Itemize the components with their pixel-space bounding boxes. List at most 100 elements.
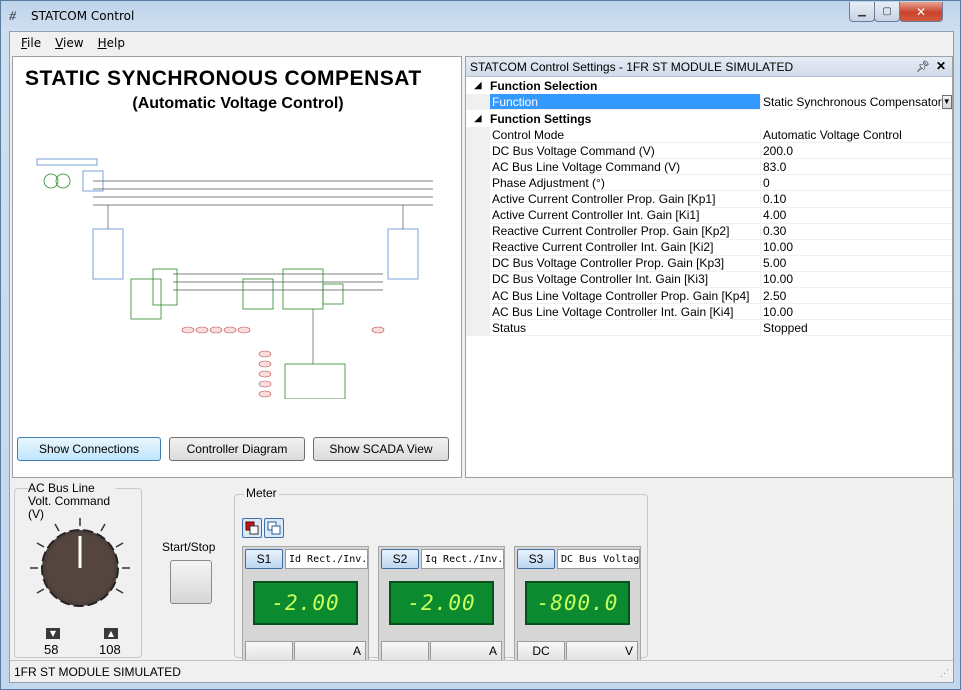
chevron-down-icon[interactable]: ▼ bbox=[941, 94, 952, 109]
property-row[interactable]: Control Mode Automatic Voltage Control bbox=[466, 127, 952, 144]
close-panel-icon[interactable]: ✕ bbox=[936, 59, 946, 73]
statcom-circuit-diagram bbox=[36, 158, 433, 399]
property-row[interactable]: Reactive Current Controller Prop. Gain [… bbox=[466, 223, 952, 240]
close-icon: ✕ bbox=[915, 4, 927, 19]
property-value[interactable]: 10.00 bbox=[760, 240, 952, 255]
show-connections-button[interactable]: Show Connections bbox=[17, 437, 161, 461]
meter-mode-button[interactable] bbox=[245, 641, 293, 661]
menu-help[interactable]: Help bbox=[91, 36, 132, 50]
property-name: Function bbox=[490, 94, 760, 110]
copy-meter-icon[interactable] bbox=[264, 518, 284, 538]
pin-icon[interactable]: 📌︎ bbox=[916, 60, 930, 73]
property-value[interactable]: Stopped bbox=[760, 320, 952, 335]
client-area: File View Help STATIC SYNCHRONOUS COMPEN… bbox=[9, 31, 954, 683]
category-label: Function Selection bbox=[490, 78, 598, 93]
meter-display: -2.00 bbox=[253, 581, 358, 625]
meter-display: -800.0 bbox=[525, 581, 630, 625]
meter-mode-button[interactable] bbox=[381, 641, 429, 661]
property-row[interactable]: AC Bus Line Voltage Controller Int. Gain… bbox=[466, 304, 952, 321]
category-function-selection[interactable]: ◢ Function Selection bbox=[466, 77, 952, 94]
meter-unit[interactable]: A bbox=[294, 641, 366, 661]
property-row[interactable]: DC Bus Voltage Controller Prop. Gain [Kp… bbox=[466, 255, 952, 272]
property-value[interactable]: Automatic Voltage Control bbox=[760, 127, 952, 142]
minimize-button[interactable]: ▁ bbox=[849, 2, 875, 22]
property-name: AC Bus Line Voltage Controller Int. Gain… bbox=[492, 304, 734, 319]
settings-panel: STATCOM Control Settings - 1FR ST MODULE… bbox=[465, 56, 953, 478]
title-bar[interactable]: ⧣ STATCOM Control ▁ ▢ ✕ bbox=[1, 1, 960, 31]
meter-quantity: Id Rect./Inv. bbox=[285, 549, 368, 569]
property-row[interactable]: DC Bus Voltage Command (V) 200.0 bbox=[466, 143, 952, 160]
property-row[interactable]: Active Current Controller Prop. Gain [Kp… bbox=[466, 191, 952, 208]
meter-unit[interactable]: A bbox=[430, 641, 502, 661]
main-window: ⧣ STATCOM Control ▁ ▢ ✕ File View Help S… bbox=[0, 0, 961, 690]
property-name: DC Bus Voltage Controller Int. Gain [Ki3… bbox=[492, 272, 709, 287]
maximize-button[interactable]: ▢ bbox=[874, 2, 900, 22]
property-row[interactable]: AC Bus Line Voltage Command (V) 83.0 bbox=[466, 159, 952, 176]
settings-rows: Control Mode Automatic Voltage Control DC … bbox=[466, 127, 952, 337]
meter-display: -2.00 bbox=[389, 581, 494, 625]
property-value[interactable]: 0 bbox=[760, 175, 952, 190]
property-row[interactable]: Phase Adjustment (°) 0 bbox=[466, 175, 952, 192]
menu-view[interactable]: View bbox=[48, 36, 90, 50]
property-name: DC Bus Voltage Controller Prop. Gain [Kp… bbox=[492, 256, 725, 271]
close-button[interactable]: ✕ bbox=[899, 2, 943, 22]
property-name: DC Bus Voltage Command (V) bbox=[492, 143, 655, 158]
property-name: Control Mode bbox=[492, 127, 565, 142]
property-value[interactable]: 200.0 bbox=[760, 143, 952, 158]
meter-quantity: Iq Rect./Inv. bbox=[421, 549, 504, 569]
category-function-settings[interactable]: ◢ Function Settings bbox=[466, 110, 952, 128]
settings-title: STATCOM Control Settings - 1FR ST MODULE… bbox=[470, 59, 794, 74]
diagram-panel: STATIC SYNCHRONOUS COMPENSAT (Automatic … bbox=[12, 56, 462, 478]
resize-grip-icon[interactable]: ⋰ bbox=[940, 668, 949, 679]
property-row[interactable]: AC Bus Line Voltage Controller Prop. Gai… bbox=[466, 288, 952, 305]
knob-max-label: 108 bbox=[99, 642, 121, 657]
collapse-icon[interactable]: ◢ bbox=[466, 80, 490, 91]
decrease-icon[interactable]: ▼ bbox=[46, 628, 60, 639]
property-row[interactable]: Reactive Current Controller Int. Gain [K… bbox=[466, 239, 952, 256]
maximize-icon: ▢ bbox=[882, 6, 892, 17]
start-stop-button[interactable] bbox=[170, 560, 212, 604]
show-scada-view-button[interactable]: Show SCADA View bbox=[313, 437, 449, 461]
module-subtitle: (Automatic Voltage Control) bbox=[132, 95, 344, 112]
property-name: Reactive Current Controller Int. Gain [K… bbox=[492, 240, 714, 255]
property-value[interactable]: 10.00 bbox=[760, 304, 952, 319]
controller-diagram-button[interactable]: Controller Diagram bbox=[169, 437, 305, 461]
menu-file[interactable]: File bbox=[14, 36, 48, 50]
settings-header: STATCOM Control Settings - 1FR ST MODULE… bbox=[466, 57, 952, 77]
collapse-icon[interactable]: ◢ bbox=[466, 113, 490, 124]
meter-select-button[interactable]: S2 bbox=[381, 549, 419, 569]
property-value[interactable]: 0.10 bbox=[760, 192, 952, 207]
property-row[interactable]: DC Bus Voltage Controller Int. Gain [Ki3… bbox=[466, 271, 952, 289]
property-value[interactable]: 0.30 bbox=[760, 224, 952, 239]
property-name: AC Bus Line Voltage Command (V) bbox=[492, 159, 681, 174]
meter-label: Meter bbox=[244, 486, 279, 500]
property-value[interactable]: 10.00 bbox=[760, 272, 952, 287]
property-name: Phase Adjustment (°) bbox=[492, 175, 605, 190]
meter-mode-button[interactable]: DC bbox=[517, 641, 565, 661]
function-select[interactable]: Static Synchronous Compensator ▼ bbox=[760, 94, 952, 110]
meter-quantity: DC Bus Voltage bbox=[557, 549, 640, 569]
property-name: Status bbox=[492, 320, 527, 335]
voltage-knob[interactable] bbox=[28, 516, 132, 620]
property-value[interactable]: 5.00 bbox=[760, 256, 952, 271]
property-row-function[interactable]: Function Static Synchronous Compensator … bbox=[466, 94, 952, 111]
increase-icon[interactable]: ▲ bbox=[104, 628, 118, 639]
property-name: Reactive Current Controller Prop. Gain [… bbox=[492, 224, 730, 239]
property-value[interactable]: 83.0 bbox=[760, 159, 952, 174]
remove-meter-icon[interactable] bbox=[242, 518, 262, 538]
control-area: AC Bus Line Volt. Command (V) ▼ ▲ 58 108… bbox=[10, 480, 953, 661]
meter-select-button[interactable]: S3 bbox=[517, 549, 555, 569]
property-value[interactable]: 2.50 bbox=[760, 288, 952, 303]
property-row[interactable]: Active Current Controller Int. Gain [Ki1… bbox=[466, 207, 952, 224]
meter-s2: S2 Iq Rect./Inv. -2.00 A bbox=[378, 546, 505, 661]
property-grid: ◢ Function Selection Function Static Syn… bbox=[466, 77, 952, 337]
meter-select-button[interactable]: S1 bbox=[245, 549, 283, 569]
menu-bar: File View Help bbox=[10, 32, 953, 54]
meter-s1: S1 Id Rect./Inv. -2.00 A bbox=[242, 546, 369, 661]
status-bar: 1FR ST MODULE SIMULATED ⋰ bbox=[10, 660, 953, 682]
property-name: AC Bus Line Voltage Controller Prop. Gai… bbox=[492, 288, 750, 303]
window-title: STATCOM Control bbox=[31, 9, 135, 23]
property-row[interactable]: Status Stopped bbox=[466, 320, 952, 337]
meter-unit[interactable]: V bbox=[566, 641, 638, 661]
property-value[interactable]: 4.00 bbox=[760, 208, 952, 223]
